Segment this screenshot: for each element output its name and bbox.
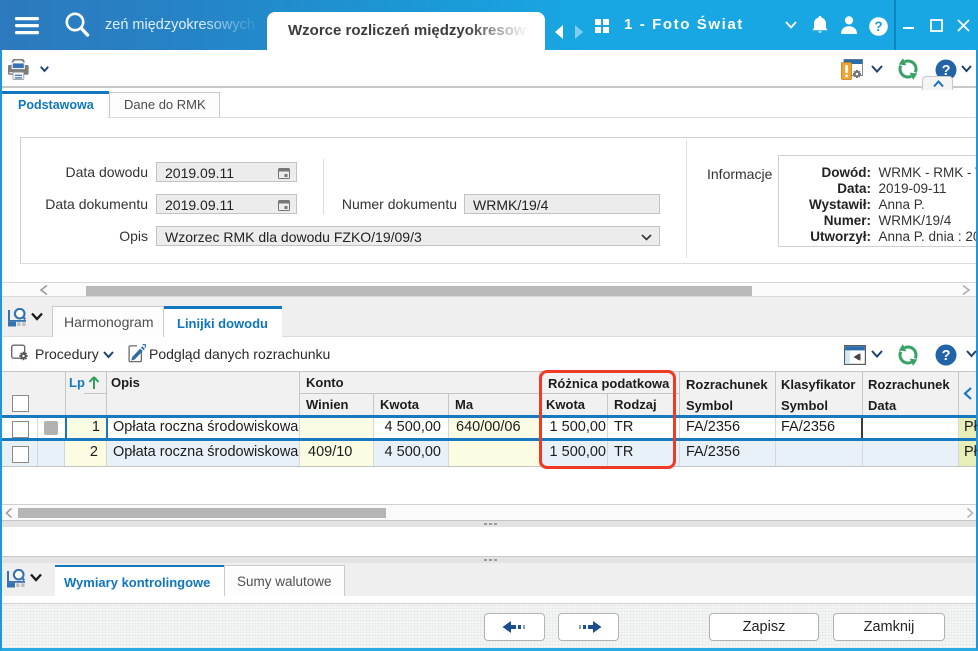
svg-text:?: ? (942, 348, 951, 364)
svg-text:?: ? (874, 19, 882, 34)
